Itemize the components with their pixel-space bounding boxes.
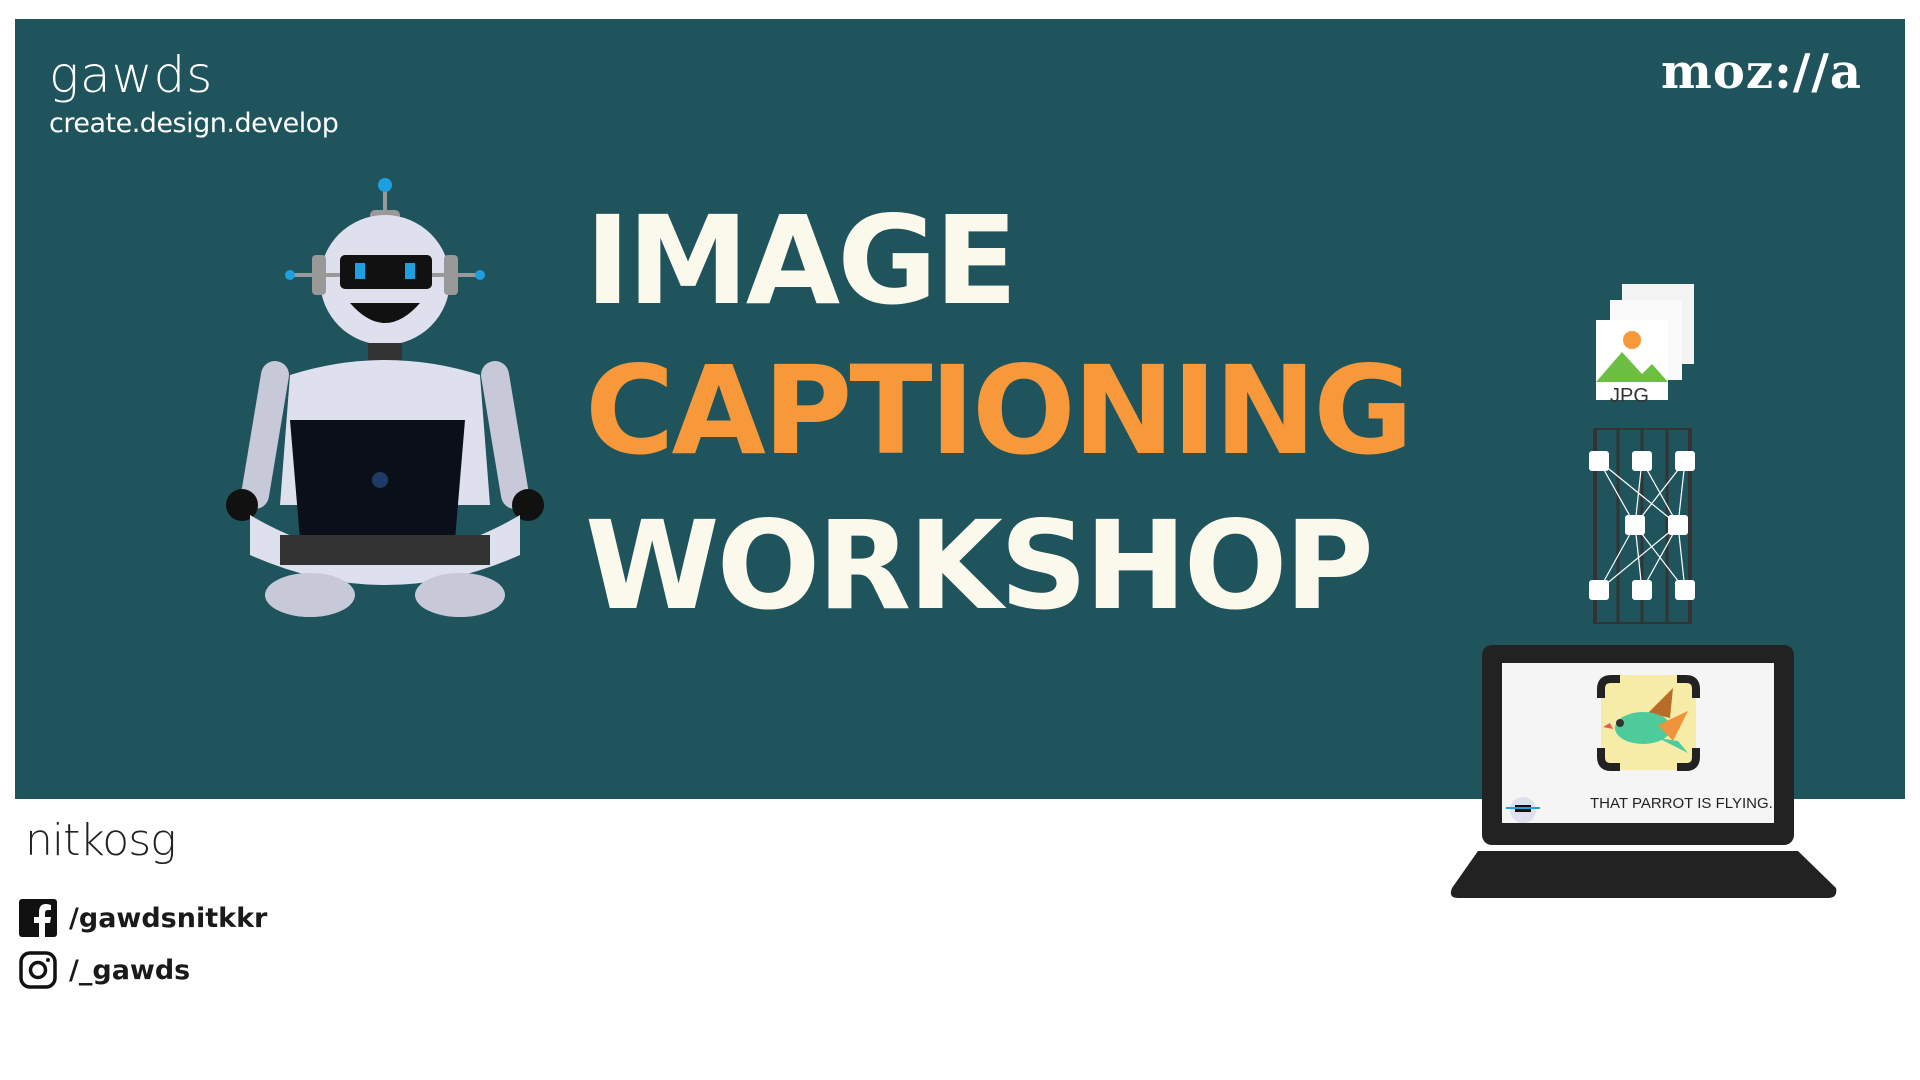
laptop-illustration xyxy=(1450,645,1837,898)
nitkosg-logo: nitkosg xyxy=(25,815,177,866)
jpg-files-icon: JPG xyxy=(1596,284,1694,407)
file-label: JPG xyxy=(1610,385,1649,407)
facebook-handle: /gawdsnitkkr xyxy=(69,902,268,934)
tagline: create.design.develop xyxy=(49,108,339,139)
caption-text: THAT PARROT IS FLYING. xyxy=(1590,795,1773,812)
title-line-1: IMAGE xyxy=(585,190,1018,332)
instagram-icon xyxy=(19,951,57,989)
instagram-link[interactable]: /_gawds xyxy=(19,951,190,989)
facebook-link[interactable]: /gawdsnitkkr xyxy=(19,899,267,937)
title-line-2: CAPTIONING xyxy=(585,340,1413,482)
facebook-icon xyxy=(19,899,57,937)
mozilla-logo: moz://a xyxy=(1661,44,1862,100)
brand-logo: gawds xyxy=(49,46,214,104)
robot-with-laptop-illustration xyxy=(226,178,544,617)
title-line-3: WORKSHOP xyxy=(585,495,1374,637)
neural-network-icon xyxy=(1589,428,1695,624)
instagram-handle: /_gawds xyxy=(69,954,191,986)
